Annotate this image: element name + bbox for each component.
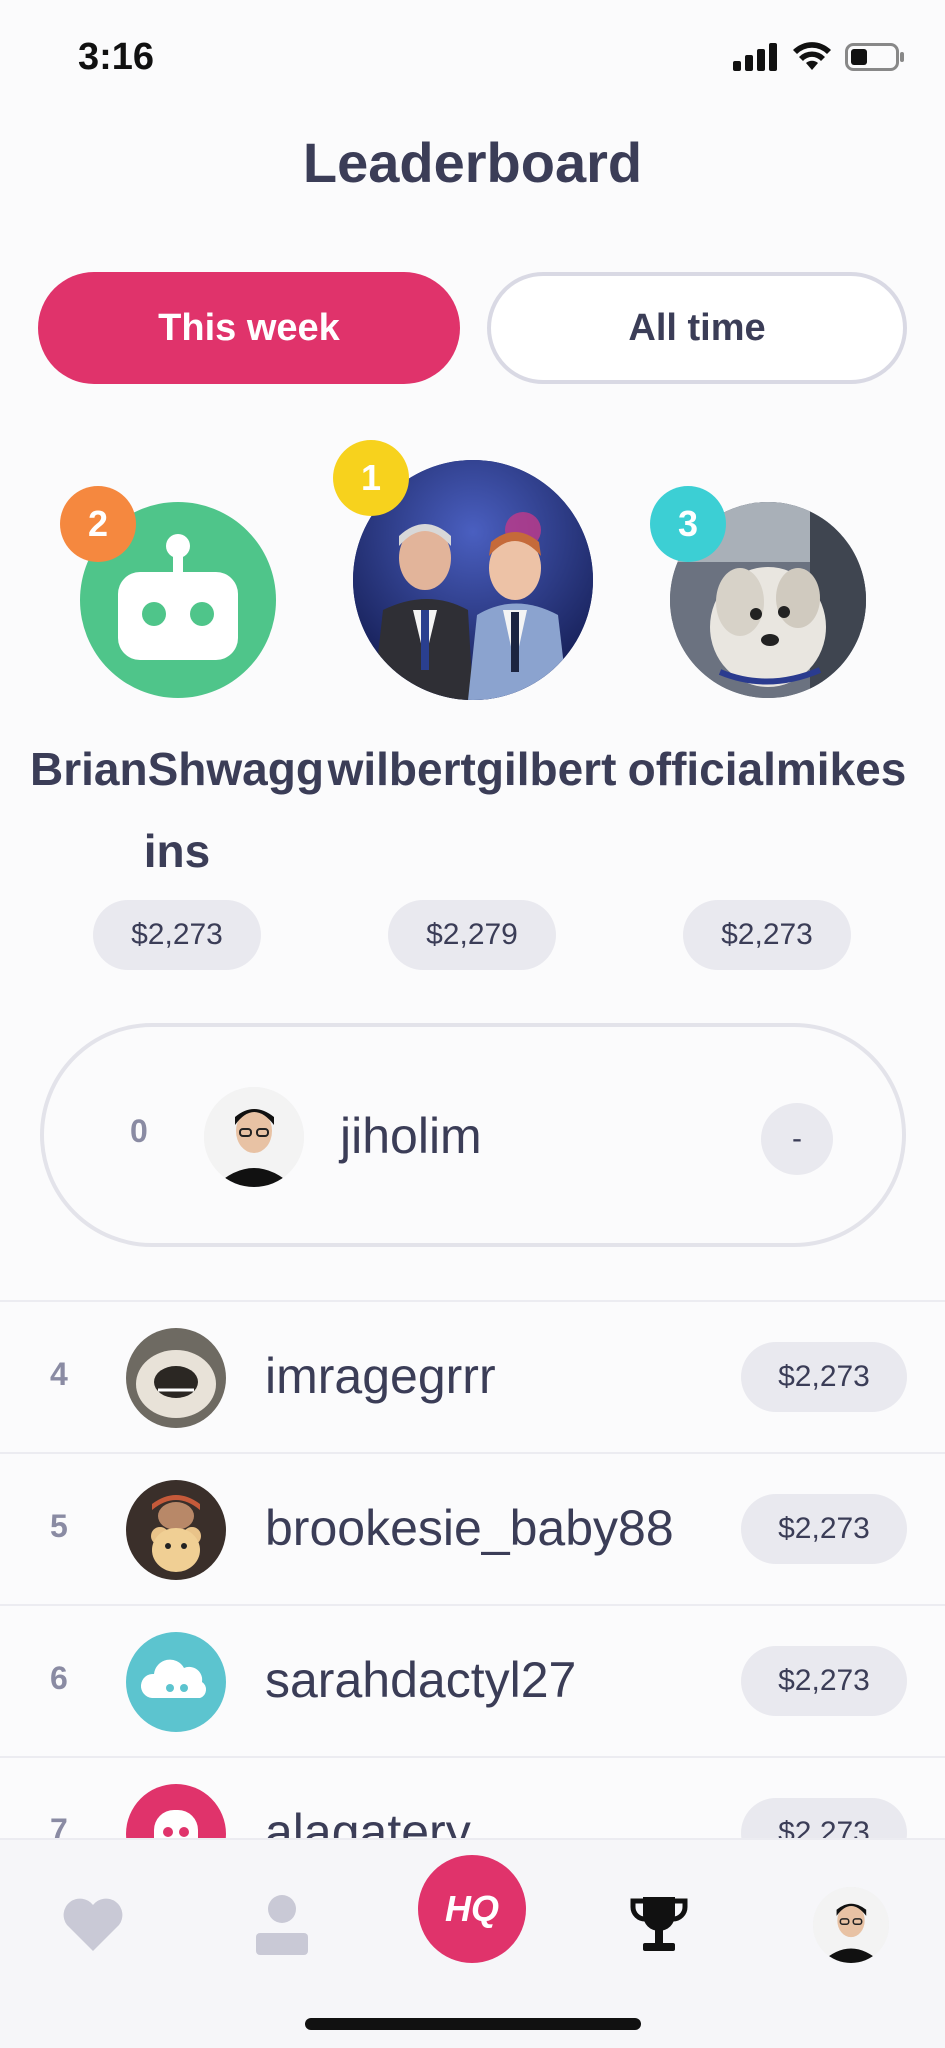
current-user-row[interactable]: 0 jiholim -	[40, 1023, 906, 1247]
nav-friends[interactable]	[227, 1870, 337, 1980]
nav-lives[interactable]	[38, 1870, 148, 1980]
list-item[interactable]: 6 sarahdactyl27 $2,273	[0, 1604, 945, 1756]
rank-badge: 3	[650, 486, 726, 562]
row-rank: 4	[50, 1356, 68, 1392]
tab-this-week[interactable]: This week	[38, 272, 460, 384]
avatar	[813, 1887, 889, 1963]
self-score: -	[761, 1103, 833, 1175]
row-rank: 5	[50, 1508, 68, 1544]
score-pill: $2,273	[741, 1494, 907, 1564]
dog-photo-icon	[126, 1328, 226, 1428]
wifi-icon	[793, 42, 831, 70]
leaderboard-list: 4 imragegrrr $2,273 5 brookesie_baby88 $…	[0, 1300, 945, 1908]
score-pill: $2,273	[683, 900, 851, 970]
signal-icon	[733, 43, 777, 71]
podium-name: officialmikes	[627, 743, 907, 795]
self-name: jiholim	[340, 1108, 482, 1164]
row-name: imragegrrr	[265, 1348, 496, 1404]
person-icon	[256, 1895, 308, 1955]
trophy-icon	[630, 1897, 688, 1951]
nav-leaderboard[interactable]	[604, 1870, 714, 1980]
row-name: sarahdactyl27	[265, 1652, 577, 1708]
score-pill: $2,273	[93, 900, 261, 970]
avatar	[126, 1632, 226, 1732]
score-pill: $2,279	[388, 900, 556, 970]
avatar	[126, 1480, 226, 1580]
battery-icon	[845, 43, 904, 71]
nav-hq-button[interactable]: HQ	[418, 1855, 526, 1963]
heart-icon	[63, 1898, 123, 1951]
avatar	[126, 1328, 226, 1428]
rank-badge: 2	[60, 486, 136, 562]
bottom-tab-bar: HQ	[0, 1838, 945, 2048]
cloud-icon	[140, 1659, 207, 1698]
podium-name: BrianShwaggins	[30, 743, 324, 877]
status-icons	[733, 42, 905, 72]
page-title: Leaderboard	[302, 131, 643, 194]
bear-photo-icon	[126, 1480, 226, 1580]
self-rank: 0	[130, 1113, 148, 1149]
list-item[interactable]: 4 imragegrrr $2,273	[0, 1300, 945, 1452]
list-item[interactable]: 5 brookesie_baby88 $2,273	[0, 1452, 945, 1604]
score-pill: $2,273	[741, 1646, 907, 1716]
status-time: 3:16	[78, 36, 155, 78]
row-name: brookesie_baby88	[265, 1500, 674, 1556]
status-bar: 3:16	[0, 0, 945, 115]
person-photo-icon	[813, 1887, 889, 1963]
podium-name: wilbertgilbert	[327, 743, 617, 795]
row-rank: 6	[50, 1660, 68, 1696]
person-photo-icon	[204, 1087, 304, 1187]
home-indicator	[305, 2018, 641, 2030]
hq-logo: HQ	[445, 1888, 499, 1929]
avatar	[204, 1087, 304, 1187]
rank-badge: 1	[333, 440, 409, 516]
score-pill: $2,273	[741, 1342, 907, 1412]
tab-all-time[interactable]: All time	[487, 272, 907, 384]
nav-profile[interactable]	[796, 1870, 906, 1980]
